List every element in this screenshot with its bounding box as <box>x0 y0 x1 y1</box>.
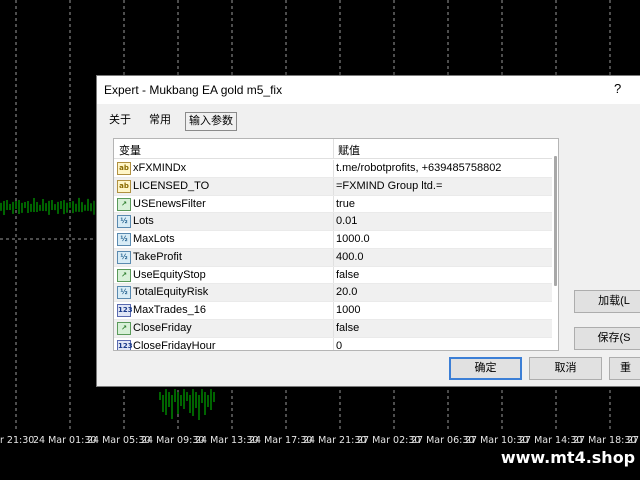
param-value[interactable]: false <box>336 322 359 334</box>
tab-common[interactable]: 常用 <box>146 112 174 131</box>
tab-about[interactable]: 关于 <box>106 112 134 131</box>
bool-icon: ↗ <box>117 268 131 282</box>
expert-properties-dialog: Expert - Mukbang EA gold m5_fix ? 关于 常用 … <box>96 75 640 387</box>
vertical-scrollbar[interactable] <box>552 139 558 350</box>
param-name: CloseFridayHour <box>133 339 216 351</box>
param-value[interactable]: 1000.0 <box>336 233 370 245</box>
int-icon: 123 <box>117 339 133 350</box>
table-header: 变量 赋值 <box>114 139 552 159</box>
param-name: TotalEquityRisk <box>133 286 209 299</box>
table-row[interactable]: 123 MaxTrades_16 1000 <box>114 302 552 320</box>
double-icon: ½ <box>117 215 131 229</box>
dialog-titlebar[interactable]: Expert - Mukbang EA gold m5_fix ? <box>97 76 640 104</box>
param-name: USEnewsFilter <box>133 197 206 210</box>
param-name: CloseFriday <box>133 321 192 334</box>
scrollbar-thumb[interactable] <box>554 156 557 286</box>
table-row[interactable]: ↗ USEnewsFilter true <box>114 195 552 214</box>
param-value[interactable]: true <box>336 198 355 210</box>
param-name: TakeProfit <box>133 250 182 263</box>
table-row[interactable]: ½ Lots 0.01 <box>114 213 552 231</box>
double-icon: ½ <box>117 286 131 300</box>
param-name: LICENSED_TO <box>133 179 210 192</box>
param-value[interactable]: t.me/robotprofits, +639485758802 <box>336 162 501 174</box>
table-row[interactable]: ab xFXMINDx t.me/robotprofits, +6394857588… <box>114 160 552 178</box>
table-row[interactable]: 123 CloseFridayHour 0 <box>114 337 552 351</box>
table-row[interactable]: ½ TakeProfit 400.0 <box>114 248 552 267</box>
param-value[interactable]: =FXMIND Group ltd.= <box>336 180 442 192</box>
string-icon: ab <box>117 162 131 175</box>
param-value[interactable]: 1000 <box>336 304 360 316</box>
help-icon[interactable]: ? <box>614 81 621 96</box>
param-name: UseEquityStop <box>133 268 206 281</box>
param-value[interactable]: false <box>336 269 359 281</box>
param-value[interactable]: 20.0 <box>336 286 357 298</box>
param-name: MaxLots <box>133 233 175 245</box>
table-row[interactable]: ½ TotalEquityRisk 20.0 <box>114 284 552 302</box>
param-name: Lots <box>133 215 154 228</box>
double-icon: ½ <box>117 233 131 246</box>
table-row[interactable]: ½ MaxLots 1000.0 <box>114 231 552 249</box>
bool-icon: ↗ <box>117 321 131 335</box>
column-header-variable[interactable]: 变量 <box>119 142 141 158</box>
ok-button[interactable]: 确定 <box>449 357 522 380</box>
double-icon: ½ <box>117 250 131 264</box>
param-value[interactable]: 400.0 <box>336 251 364 263</box>
table-rows: ab xFXMINDx t.me/robotprofits, +6394857588… <box>114 160 552 351</box>
watermark: www.mt4.shop <box>496 444 640 472</box>
save-button[interactable]: 保存(S <box>574 327 640 350</box>
param-value[interactable]: 0.01 <box>336 215 357 227</box>
load-button[interactable]: 加载(L <box>574 290 640 313</box>
table-row[interactable]: ab LICENSED_TO =FXMIND Group ltd.= <box>114 177 552 196</box>
tab-inputs[interactable]: 输入参数 <box>185 112 237 131</box>
parameters-table: 变量 赋值 ab xFXMINDx t.me/robotprofits, +6394… <box>113 138 559 351</box>
param-name: xFXMINDx <box>133 162 187 174</box>
column-header-value[interactable]: 赋值 <box>338 142 360 158</box>
time-tick-label: r 21:30 <box>0 435 35 446</box>
table-row[interactable]: ↗ CloseFriday false <box>114 319 552 338</box>
reset-button[interactable]: 重 <box>609 357 640 380</box>
int-icon: 123 <box>117 304 133 317</box>
string-icon: ab <box>117 179 131 193</box>
table-row[interactable]: ↗ UseEquityStop false <box>114 266 552 285</box>
bool-icon: ↗ <box>117 197 131 211</box>
dialog-title: Expert - Mukbang EA gold m5_fix <box>104 83 283 97</box>
param-name: MaxTrades_16 <box>133 304 206 316</box>
chart-window: r 21:30 24 Mar 01:30 24 Mar 05:30 24 Mar 09… <box>0 0 640 480</box>
param-value[interactable]: 0 <box>336 340 342 351</box>
cancel-button[interactable]: 取消 <box>529 357 602 380</box>
